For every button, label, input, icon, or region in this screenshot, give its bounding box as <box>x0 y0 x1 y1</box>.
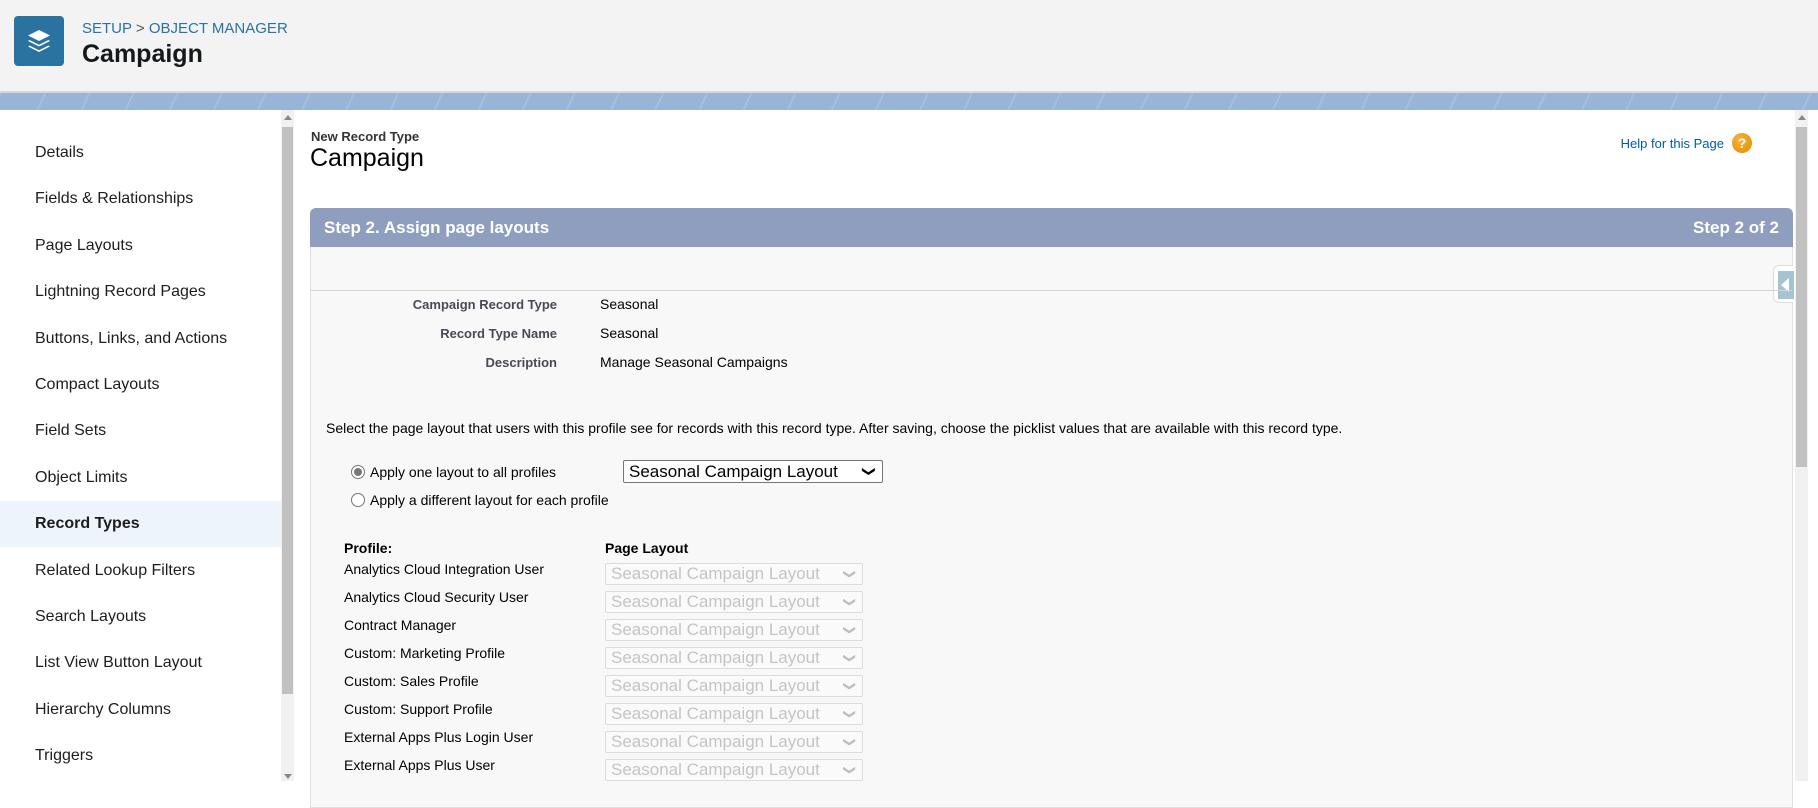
all-profiles-layout-select[interactable]: Seasonal Campaign Layout ❯ <box>623 460 883 483</box>
chevron-down-icon: ❯ <box>842 680 857 692</box>
main-content: New Record Type Campaign Help for this P… <box>294 110 1794 808</box>
profile-layout-select[interactable]: Seasonal Campaign Layout ❯ <box>605 647 863 669</box>
step-title: Step 2. Assign page layouts <box>324 218 550 237</box>
sidebar-item[interactable]: Hierarchy Columns <box>0 687 281 733</box>
sidebar-item[interactable]: Details <box>0 130 281 176</box>
breadcrumb-object-manager-link[interactable]: OBJECT MANAGER <box>149 20 288 37</box>
chevron-down-icon: ❯ <box>842 568 857 580</box>
detail-value: Seasonal <box>600 325 659 341</box>
step-panel: Step 2. Assign page layouts Step 2 of 2 … <box>310 208 1794 808</box>
chevron-down-icon: ❯ <box>842 708 857 720</box>
help-question-icon[interactable]: ? <box>1732 133 1752 153</box>
chevron-down-icon: ❯ <box>842 624 857 636</box>
detail-label: Campaign Record Type <box>412 297 557 312</box>
radio-label[interactable]: Apply a different layout for each profil… <box>370 492 609 508</box>
profile-layout-select[interactable]: Seasonal Campaign Layout ❯ <box>605 675 863 697</box>
chevron-down-icon: ❯ <box>842 736 857 748</box>
profile-name: Custom: Marketing Profile <box>344 645 506 661</box>
help-link-label[interactable]: Help for this Page <box>1621 136 1724 151</box>
breadcrumb-separator: > <box>135 20 145 37</box>
select-value: Seasonal Campaign Layout <box>611 704 820 723</box>
profile-layout-select[interactable]: Seasonal Campaign Layout ❯ <box>605 563 863 585</box>
page-layout-column-header: Page Layout <box>605 540 689 556</box>
detail-label: Description <box>485 355 557 370</box>
header-decorative-band <box>0 93 1818 110</box>
main-scrollbar[interactable] <box>1795 110 1808 781</box>
chevron-left-icon <box>1778 271 1794 299</box>
profile-name: Analytics Cloud Security User <box>344 589 529 605</box>
divider <box>311 290 1792 291</box>
select-value: Seasonal Campaign Layout <box>611 676 820 695</box>
profile-name: Custom: Sales Profile <box>344 673 479 689</box>
profile-layout-select[interactable]: Seasonal Campaign Layout ❯ <box>605 619 863 641</box>
sidebar-item[interactable]: Related Lookup Filters <box>0 548 281 594</box>
step-header: Step 2. Assign page layouts Step 2 of 2 <box>310 208 1793 247</box>
instruction-text: Select the page layout that users with t… <box>326 420 1343 436</box>
sidebar-item[interactable]: Search Layouts <box>0 594 281 640</box>
detail-value: Manage Seasonal Campaigns <box>600 354 788 370</box>
select-value: Seasonal Campaign Layout <box>611 592 820 611</box>
profile-layout-select[interactable]: Seasonal Campaign Layout ❯ <box>605 759 863 781</box>
radio-apply-one-layout[interactable]: Apply one layout to all profiles <box>351 464 556 480</box>
chevron-down-icon: ❯ <box>842 596 857 608</box>
profile-name: Contract Manager <box>344 617 457 633</box>
radio-button[interactable] <box>351 493 365 507</box>
sidebar: Details Fields & Relationships Page Layout… <box>0 110 281 781</box>
profile-column-header: Profile: <box>344 540 393 556</box>
chevron-down-icon: ❯ <box>842 652 857 664</box>
radio-apply-different-layout[interactable]: Apply a different layout for each profil… <box>351 492 609 508</box>
collapse-panel-button[interactable] <box>1773 265 1794 303</box>
step-count: Step 2 of 2 <box>1693 218 1779 237</box>
profile-name: Custom: Support Profile <box>344 701 493 717</box>
sidebar-item[interactable]: Field Sets <box>0 408 281 454</box>
detail-value: Seasonal <box>600 296 659 312</box>
profile-name: External Apps Plus User <box>344 757 495 773</box>
layers-icon <box>14 16 64 66</box>
breadcrumb-setup-link[interactable]: SETUP <box>82 20 132 37</box>
detail-label: Record Type Name <box>440 326 557 341</box>
select-value: Seasonal Campaign Layout <box>629 462 838 481</box>
sidebar-item[interactable]: Page Layouts <box>0 223 281 269</box>
chevron-down-icon: ❯ <box>862 466 878 477</box>
radio-button[interactable] <box>351 465 365 479</box>
page-title: Campaign <box>82 40 203 68</box>
profile-name: External Apps Plus Login User <box>344 729 534 745</box>
sidebar-scrollbar[interactable] <box>281 110 294 781</box>
select-value: Seasonal Campaign Layout <box>611 620 820 639</box>
select-value: Seasonal Campaign Layout <box>611 760 820 779</box>
sidebar-item[interactable]: Fields & Relationships <box>0 176 281 222</box>
page-subtitle: New Record Type <box>311 129 420 144</box>
profile-layout-select[interactable]: Seasonal Campaign Layout ❯ <box>605 731 863 753</box>
profile-name: Analytics Cloud Integration User <box>344 561 544 577</box>
profile-layout-select[interactable]: Seasonal Campaign Layout ❯ <box>605 703 863 725</box>
radio-label[interactable]: Apply one layout to all profiles <box>370 464 556 480</box>
select-value: Seasonal Campaign Layout <box>611 648 820 667</box>
sidebar-item[interactable]: List View Button Layout <box>0 640 281 686</box>
help-link[interactable]: Help for this Page ? <box>1621 133 1752 153</box>
sidebar-item[interactable]: Compact Layouts <box>0 362 281 408</box>
select-value: Seasonal Campaign Layout <box>611 564 820 583</box>
sidebar-item[interactable]: Triggers <box>0 733 281 779</box>
breadcrumb: SETUP > OBJECT MANAGER <box>82 20 288 37</box>
profile-layout-select[interactable]: Seasonal Campaign Layout ❯ <box>605 591 863 613</box>
record-type-title: Campaign <box>310 144 424 172</box>
chevron-down-icon: ❯ <box>842 764 857 776</box>
sidebar-item[interactable]: Lightning Record Pages <box>0 269 281 315</box>
page-header: SETUP > OBJECT MANAGER Campaign <box>0 0 1818 93</box>
sidebar-item[interactable]: Buttons, Links, and Actions <box>0 316 281 362</box>
select-value: Seasonal Campaign Layout <box>611 732 820 751</box>
sidebar-item[interactable]: Record Types <box>0 501 281 548</box>
sidebar-item[interactable]: Object Limits <box>0 455 281 501</box>
